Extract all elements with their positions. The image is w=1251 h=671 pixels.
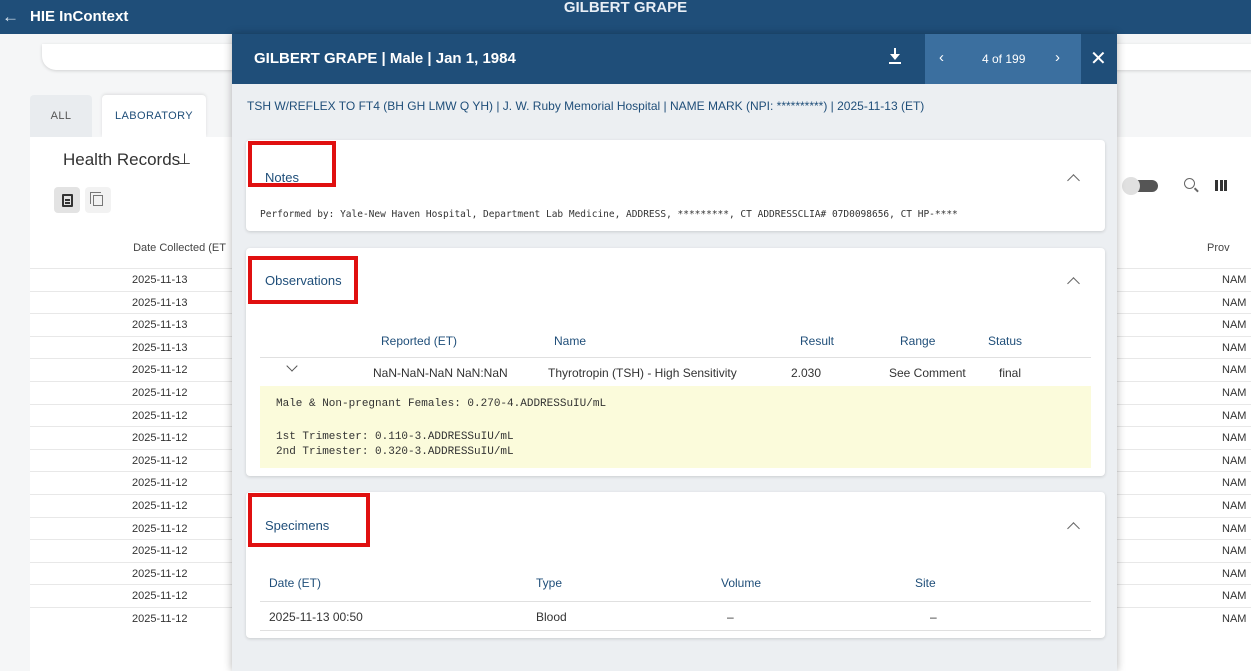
pin-icon[interactable]: ⊥ — [178, 150, 191, 168]
row-provider: NAM — [1222, 545, 1247, 558]
specimen-type-header[interactable]: Type — [536, 576, 562, 590]
record-detail-modal: GILBERT GRAPE | Male | Jan 1, 1984 ‹ 4 o… — [232, 34, 1117, 671]
row-date: 2025-11-12 — [132, 590, 188, 603]
reported-header[interactable]: Reported (ET) — [381, 334, 457, 348]
collapse-observations-icon[interactable] — [1067, 277, 1080, 290]
collapse-notes-icon[interactable] — [1067, 174, 1080, 187]
observation-range: See Comment — [889, 366, 966, 380]
row-provider: NAM — [1222, 296, 1247, 309]
specimen-date-header[interactable]: Date (ET) — [269, 576, 321, 590]
app-bar: ← HIE InContext GILBERT GRAPE — [0, 0, 1251, 34]
document-view-button[interactable] — [54, 187, 80, 213]
row-date: 2025-11-12 — [132, 477, 188, 490]
specimen-site: – — [930, 610, 937, 624]
row-provider: NAM — [1222, 386, 1247, 399]
highlight-box — [248, 256, 358, 304]
row-provider: NAM — [1222, 612, 1247, 625]
copy-icon — [90, 191, 103, 206]
prev-record-button[interactable]: ‹ — [939, 49, 944, 66]
highlight-box — [248, 141, 336, 187]
row-date: 2025-11-12 — [132, 522, 188, 535]
tab-all[interactable]: ALL — [30, 95, 92, 137]
date-collected-header[interactable]: Date Collected (ET — [30, 242, 226, 254]
row-date: 2025-11-12 — [132, 499, 188, 512]
provider-header[interactable]: Prov — [1207, 242, 1230, 254]
comment-line: 2nd Trimester: 0.320-3.ADDRESSuIU/mL — [276, 446, 514, 458]
row-provider: NAM — [1222, 590, 1247, 603]
row-date: 2025-11-12 — [132, 545, 188, 558]
collapse-specimens-icon[interactable] — [1067, 522, 1080, 535]
record-summary: TSH W/REFLEX TO FT4 (BH GH LMW Q YH) | J… — [247, 99, 925, 113]
observation-reported: NaN-NaN-NaN NaN:NaN — [373, 366, 508, 380]
row-provider: NAM — [1222, 319, 1247, 332]
row-provider: NAM — [1222, 409, 1247, 422]
divider — [260, 601, 1091, 602]
search-icon[interactable] — [1184, 178, 1195, 189]
health-records-title: Health Records — [63, 150, 181, 169]
row-date: 2025-11-13 — [132, 296, 188, 309]
specimen-volume-header[interactable]: Volume — [721, 576, 761, 590]
observation-status: final — [999, 366, 1022, 380]
row-provider: NAM — [1222, 477, 1247, 490]
record-counter: 4 of 199 — [982, 52, 1026, 66]
specimens-section: Specimens Date (ET) Type Volume Site 202… — [246, 492, 1105, 638]
row-provider: NAM — [1222, 432, 1247, 445]
specimen-date: 2025-11-13 00:50 — [269, 610, 363, 624]
row-date: 2025-11-12 — [132, 364, 188, 377]
notes-section: Notes Performed by: Yale-New Haven Hospi… — [246, 140, 1105, 231]
row-provider: NAM — [1222, 522, 1247, 535]
divider — [260, 357, 1091, 358]
specimen-site-header[interactable]: Site — [915, 576, 936, 590]
highlight-box — [248, 493, 370, 547]
row-date: 2025-11-12 — [132, 409, 188, 422]
specimen-volume: – — [727, 610, 734, 624]
row-provider: NAM — [1222, 499, 1247, 512]
row-date: 2025-11-12 — [132, 612, 188, 625]
row-provider: NAM — [1222, 364, 1247, 377]
tab-laboratory[interactable]: LABORATORY — [102, 95, 206, 137]
name-header[interactable]: Name — [554, 334, 586, 348]
row-date: 2025-11-12 — [132, 567, 188, 580]
row-date: 2025-11-12 — [132, 386, 188, 399]
comment-line: Male & Non-pregnant Females: 0.270-4.ADD… — [276, 398, 607, 410]
copy-view-button[interactable] — [85, 187, 111, 213]
row-date: 2025-11-12 — [132, 454, 188, 467]
row-provider: NAM — [1222, 341, 1247, 354]
observation-comment: Male & Non-pregnant Females: 0.270-4.ADD… — [260, 386, 1091, 468]
download-icon[interactable] — [888, 48, 902, 66]
row-provider: NAM — [1222, 567, 1247, 580]
expand-row-icon[interactable] — [286, 360, 298, 372]
comment-line: 1st Trimester: 0.110-3.ADDRESSuIU/mL — [276, 431, 514, 443]
observations-section: Observations Reported (ET) Name Result R… — [246, 248, 1105, 476]
row-date: 2025-11-13 — [132, 341, 188, 354]
modal-header: GILBERT GRAPE | Male | Jan 1, 1984 ‹ 4 o… — [232, 34, 1117, 84]
record-pager: ‹ 4 of 199 › — [925, 34, 1081, 84]
next-record-button[interactable]: › — [1055, 49, 1060, 66]
observation-result: 2.030 — [791, 366, 822, 380]
observation-name: Thyrotropin (TSH) - High Sensitivity — [548, 366, 737, 380]
row-provider: NAM — [1222, 454, 1247, 467]
patient-name-title: GILBERT GRAPE — [563, 0, 688, 16]
close-button[interactable]: ✕ — [1090, 46, 1107, 71]
result-header[interactable]: Result — [800, 334, 834, 348]
range-header[interactable]: Range — [900, 334, 935, 348]
row-date: 2025-11-13 — [132, 319, 188, 332]
divider — [260, 630, 1091, 631]
row-date: 2025-11-13 — [132, 274, 188, 286]
document-icon — [61, 193, 73, 207]
status-header[interactable]: Status — [988, 334, 1022, 348]
view-toggle[interactable] — [1122, 177, 1158, 195]
modal-title: GILBERT GRAPE | Male | Jan 1, 1984 — [254, 50, 516, 67]
columns-icon[interactable] — [1215, 180, 1227, 191]
specimen-type: Blood — [536, 610, 567, 624]
row-date: 2025-11-12 — [132, 432, 188, 445]
notes-text: Performed by: Yale-New Haven Hospital, D… — [260, 209, 958, 220]
row-provider: NAM — [1222, 274, 1247, 286]
